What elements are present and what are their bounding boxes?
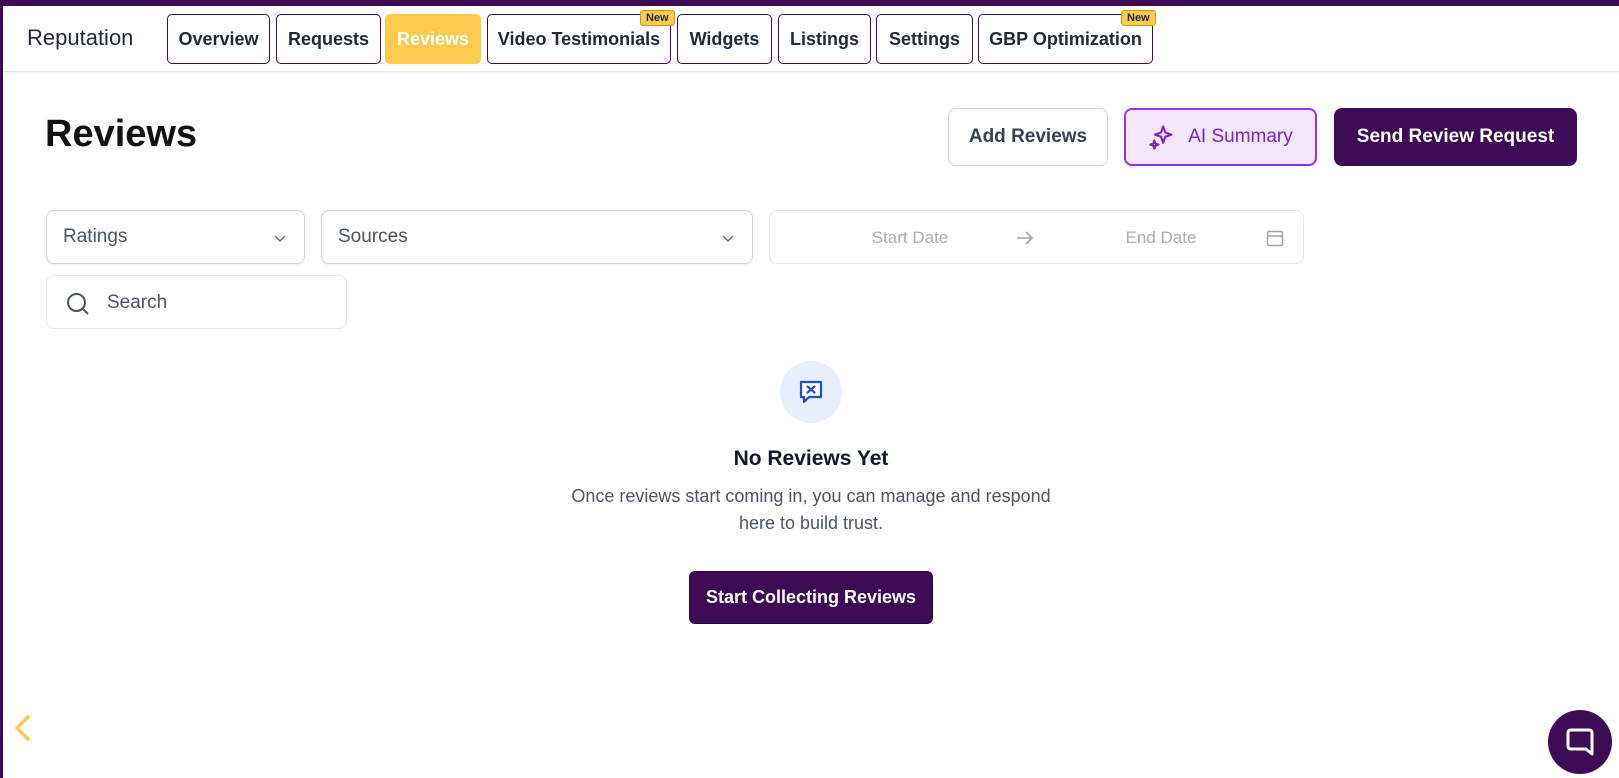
search-input[interactable] — [107, 288, 327, 318]
empty-state-description: Once reviews start coming in, you can ma… — [551, 483, 1071, 537]
chat-bubble-icon — [1566, 728, 1594, 756]
empty-state-title: No Reviews Yet — [733, 447, 889, 470]
chat-widget-button[interactable] — [1548, 710, 1612, 774]
tab-label: Video Testimonials — [497, 28, 661, 49]
collapse-sidebar-button[interactable] — [8, 710, 38, 746]
tab-settings[interactable]: Settings — [876, 14, 973, 64]
tab-label: Settings — [888, 28, 960, 49]
arrow-right-icon — [1017, 231, 1034, 245]
sparkles-icon — [1149, 125, 1173, 150]
chevron-left-icon — [15, 715, 30, 741]
date-range-picker[interactable]: Start Date End Date — [769, 210, 1304, 264]
left-accent-bar — [0, 0, 3, 778]
description-line: Once reviews start coming in, you can ma… — [571, 486, 1051, 506]
new-badge: New — [1121, 10, 1156, 26]
button-label: Send Review Request — [1356, 126, 1555, 147]
tab-label: Listings — [789, 28, 859, 49]
tab-label: Requests — [287, 28, 370, 49]
calendar-icon — [1266, 230, 1284, 247]
sources-select[interactable]: Sources — [321, 210, 753, 264]
search-icon — [67, 293, 89, 315]
button-label: AI Summary — [1188, 126, 1293, 147]
chevron-down-icon — [722, 235, 734, 243]
page-title: Reviews — [45, 113, 198, 155]
tab-label: Reviews — [396, 28, 470, 49]
tab-widgets[interactable]: Widgets — [677, 14, 772, 64]
tab-listings[interactable]: Listings — [778, 14, 871, 64]
ratings-placeholder: Ratings — [63, 226, 128, 247]
description-line: here to build trust. — [738, 513, 884, 533]
start-date-input[interactable]: Start Date — [850, 228, 970, 248]
button-label: Start Collecting Reviews — [705, 587, 917, 607]
tab-gbp-optimization[interactable]: GBP Optimization New — [978, 10, 1156, 64]
tab-reviews[interactable]: Reviews — [385, 14, 481, 64]
tab-label: Widgets — [689, 28, 760, 49]
add-reviews-button[interactable]: Add Reviews — [948, 108, 1108, 166]
search-box[interactable] — [46, 275, 347, 329]
start-collecting-reviews-button[interactable]: Start Collecting Reviews — [689, 571, 933, 624]
tab-overview[interactable]: Overview — [167, 14, 270, 64]
chevron-down-icon — [274, 235, 286, 243]
ai-summary-button[interactable]: AI Summary — [1124, 108, 1317, 166]
new-badge: New — [640, 10, 675, 26]
send-review-request-button[interactable]: Send Review Request — [1334, 108, 1577, 166]
button-label: Add Reviews — [968, 126, 1088, 147]
ratings-select[interactable]: Ratings — [46, 210, 305, 264]
top-navigation: Reputation Overview Requests Reviews Vid… — [3, 6, 1619, 72]
sources-placeholder: Sources — [338, 226, 408, 247]
tab-label: GBP Optimization — [989, 28, 1142, 49]
message-x-icon — [780, 361, 842, 423]
tab-label: Overview — [178, 28, 259, 49]
app-brand: Reputation — [27, 25, 134, 50]
tab-video-testimonials[interactable]: Video Testimonials New — [487, 10, 675, 64]
end-date-input[interactable]: End Date — [1096, 228, 1226, 248]
tab-requests[interactable]: Requests — [276, 14, 381, 64]
